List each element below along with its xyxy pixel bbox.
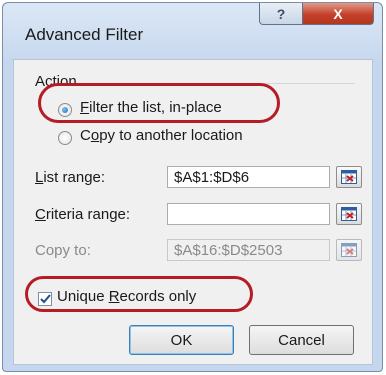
checkmark-icon [39, 294, 51, 304]
unique-records-checkbox[interactable] [38, 292, 52, 306]
unique-records-label[interactable]: Unique Records only [57, 288, 196, 305]
action-group-label: Action [35, 73, 77, 90]
copy-to-location-label[interactable]: Copy to another location [80, 127, 243, 144]
mnemonic-c: C [35, 206, 46, 223]
unique-records-text: ecords only [119, 288, 197, 305]
range-select-icon [341, 170, 357, 184]
mnemonic-f: F [80, 99, 90, 116]
unique-prefix: Unique [57, 288, 109, 305]
title-bar: Advanced Filter ? X [3, 3, 382, 59]
advanced-filter-dialog: Advanced Filter ? X Action Filter the li… [2, 2, 383, 372]
range-select-icon [341, 207, 357, 221]
copy-to-label: Copy to: [35, 242, 91, 259]
copy-to-location-radio[interactable] [58, 131, 72, 145]
mnemonic-r: R [108, 288, 120, 305]
ok-button[interactable]: OK [129, 325, 234, 355]
help-icon: ? [276, 5, 286, 22]
list-range-text: ist range: [43, 169, 106, 186]
list-range-input[interactable]: $A$1:$D$6 [167, 166, 330, 188]
list-range-picker-button[interactable] [336, 166, 362, 188]
cancel-button[interactable]: Cancel [249, 325, 354, 355]
close-icon: X [333, 5, 343, 22]
criteria-range-picker-button[interactable] [336, 203, 362, 225]
close-button[interactable]: X [302, 3, 374, 25]
range-select-icon [341, 243, 357, 257]
filter-in-place-label[interactable]: Filter the list, in-place [80, 99, 222, 116]
group-divider [100, 83, 355, 84]
copy-to-location-text: py to another location [99, 127, 243, 144]
copy-to-picker-button [336, 239, 362, 261]
mnemonic-o: o [90, 127, 100, 144]
copy-prefix: C [80, 127, 91, 144]
criteria-range-text: riteria range: [45, 206, 131, 223]
filter-in-place-radio[interactable] [58, 103, 72, 117]
list-range-label: List range: [35, 169, 105, 186]
copy-to-input: $A$16:$D$2503 [167, 239, 330, 261]
criteria-range-label: Criteria range: [35, 206, 130, 223]
dialog-title: Advanced Filter [25, 25, 144, 44]
help-button[interactable]: ? [259, 3, 303, 25]
criteria-range-input[interactable] [167, 203, 330, 225]
filter-in-place-text: ilter the list, in-place [89, 99, 222, 116]
dialog-body: Action Filter the list, in-place Copy to… [13, 59, 373, 365]
